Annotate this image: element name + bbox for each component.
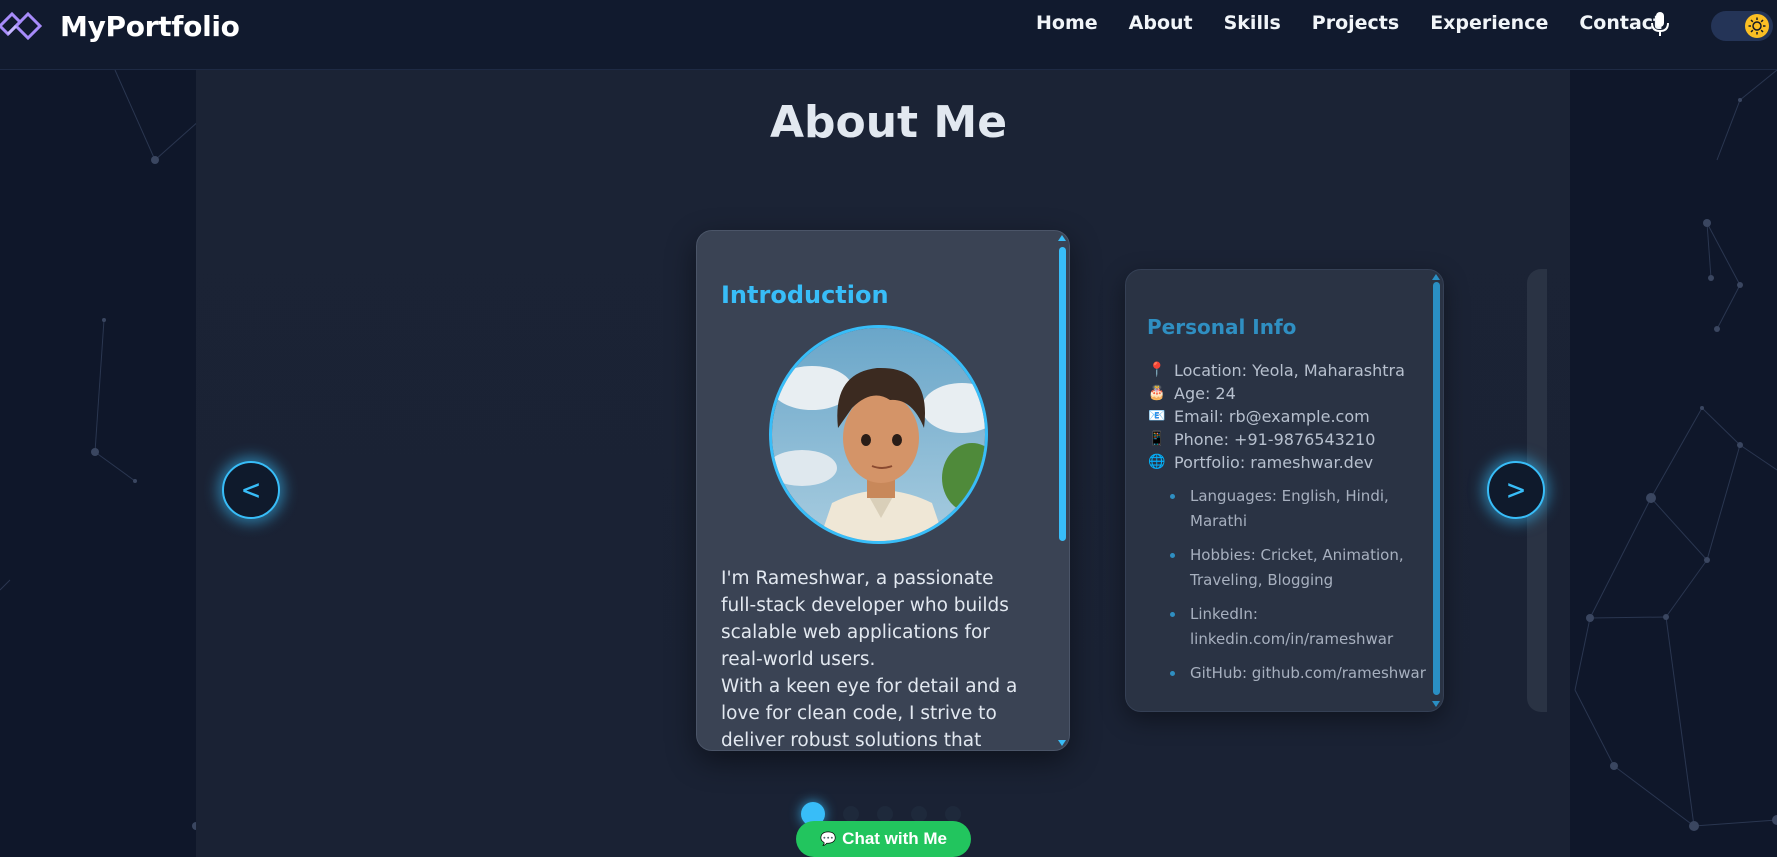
section-title: About Me xyxy=(769,97,1008,148)
list-item: GitHub: github.com/rameshwar xyxy=(1170,661,1430,686)
brand-name: MyPortfolio xyxy=(60,9,240,43)
list-item: LinkedIn: linkedin.com/in/rameshwar xyxy=(1170,602,1430,652)
scroll-up-icon[interactable] xyxy=(1058,235,1066,241)
microphone-icon[interactable] xyxy=(1649,10,1671,38)
intro-card-title: Introduction xyxy=(721,281,889,309)
globe-icon: 🌐 xyxy=(1148,454,1166,470)
info-text: Email: rb@example.com xyxy=(1174,407,1370,426)
theme-toggle[interactable] xyxy=(1711,11,1773,41)
intro-paragraph: With a keen eye for detail and a love fo… xyxy=(721,676,1018,751)
brand[interactable]: MyPortfolio xyxy=(0,6,240,46)
avatar-illustration xyxy=(772,328,985,541)
chat-label: Chat with Me xyxy=(842,829,948,848)
sun-icon xyxy=(1745,14,1769,38)
email-icon: 📧 xyxy=(1148,408,1166,424)
list-item: 🌐 Portfolio: rameshwar.dev xyxy=(1147,451,1417,474)
scroll-thumb[interactable] xyxy=(1059,247,1066,541)
list-item: 📧 Email: rb@example.com xyxy=(1147,405,1417,428)
carousel-dot[interactable] xyxy=(911,806,927,822)
list-item: Hobbies: Cricket, Animation, Traveling, … xyxy=(1170,543,1430,593)
nav-links: Home About Skills Projects Experience Co… xyxy=(1036,12,1693,34)
personal-info-title: Personal Info xyxy=(1147,315,1297,339)
info-text: Phone: +91-9876543210 xyxy=(1174,430,1376,449)
personal-card-scrollbar[interactable] xyxy=(1429,270,1443,711)
carousel-next-button[interactable]: > xyxy=(1487,461,1545,519)
nav-skills[interactable]: Skills xyxy=(1224,12,1281,34)
info-text: Age: 24 xyxy=(1174,384,1236,403)
carousel-dot[interactable] xyxy=(877,806,893,822)
personal-extra-list: Languages: English, Hindi, Marathi Hobbi… xyxy=(1170,484,1430,695)
chat-button[interactable]: 💬 Chat with Me xyxy=(796,821,971,857)
personal-info-list: 📍 Location: Yeola, Maharashtra 🎂 Age: 24… xyxy=(1147,359,1417,474)
list-item: 🎂 Age: 24 xyxy=(1147,382,1417,405)
navbar: MyPortfolio Home About Skills Projects E… xyxy=(0,0,1777,70)
intro-paragraph: I'm Rameshwar, a passionate full-stack d… xyxy=(721,568,1009,670)
personal-info-card[interactable]: Personal Info 📍 Location: Yeola, Maharas… xyxy=(1125,269,1444,712)
scroll-up-icon[interactable] xyxy=(1432,274,1440,280)
nav-about[interactable]: About xyxy=(1129,12,1193,34)
carousel-prev-button[interactable]: < xyxy=(222,461,280,519)
list-item: 📱 Phone: +91-9876543210 xyxy=(1147,428,1417,451)
nav-experience[interactable]: Experience xyxy=(1430,12,1548,34)
list-item: 📍 Location: Yeola, Maharashtra xyxy=(1147,359,1417,382)
nav-projects[interactable]: Projects xyxy=(1312,12,1399,34)
nav-home[interactable]: Home xyxy=(1036,12,1098,34)
cake-icon: 🎂 xyxy=(1148,385,1166,401)
scroll-thumb[interactable] xyxy=(1433,282,1440,695)
phone-icon: 📱 xyxy=(1148,431,1166,447)
scroll-down-icon[interactable] xyxy=(1432,701,1440,707)
intro-card-scrollbar[interactable] xyxy=(1055,231,1069,750)
intro-text: I'm Rameshwar, a passionate full-stack d… xyxy=(721,565,1031,751)
intro-card[interactable]: Introduction I'm Rameshwar, a passionate… xyxy=(696,230,1070,751)
info-text: Portfolio: rameshwar.dev xyxy=(1174,453,1374,472)
scroll-down-icon[interactable] xyxy=(1058,740,1066,746)
list-item: Languages: English, Hindi, Marathi xyxy=(1170,484,1430,534)
carousel-dot[interactable] xyxy=(945,806,961,822)
info-text: Location: Yeola, Maharashtra xyxy=(1174,361,1405,380)
avatar xyxy=(769,325,988,544)
carousel-dot[interactable] xyxy=(843,806,859,822)
pin-icon: 📍 xyxy=(1148,362,1166,378)
chat-bubble-icon: 💬 xyxy=(819,831,837,846)
logo-icon xyxy=(0,11,43,41)
